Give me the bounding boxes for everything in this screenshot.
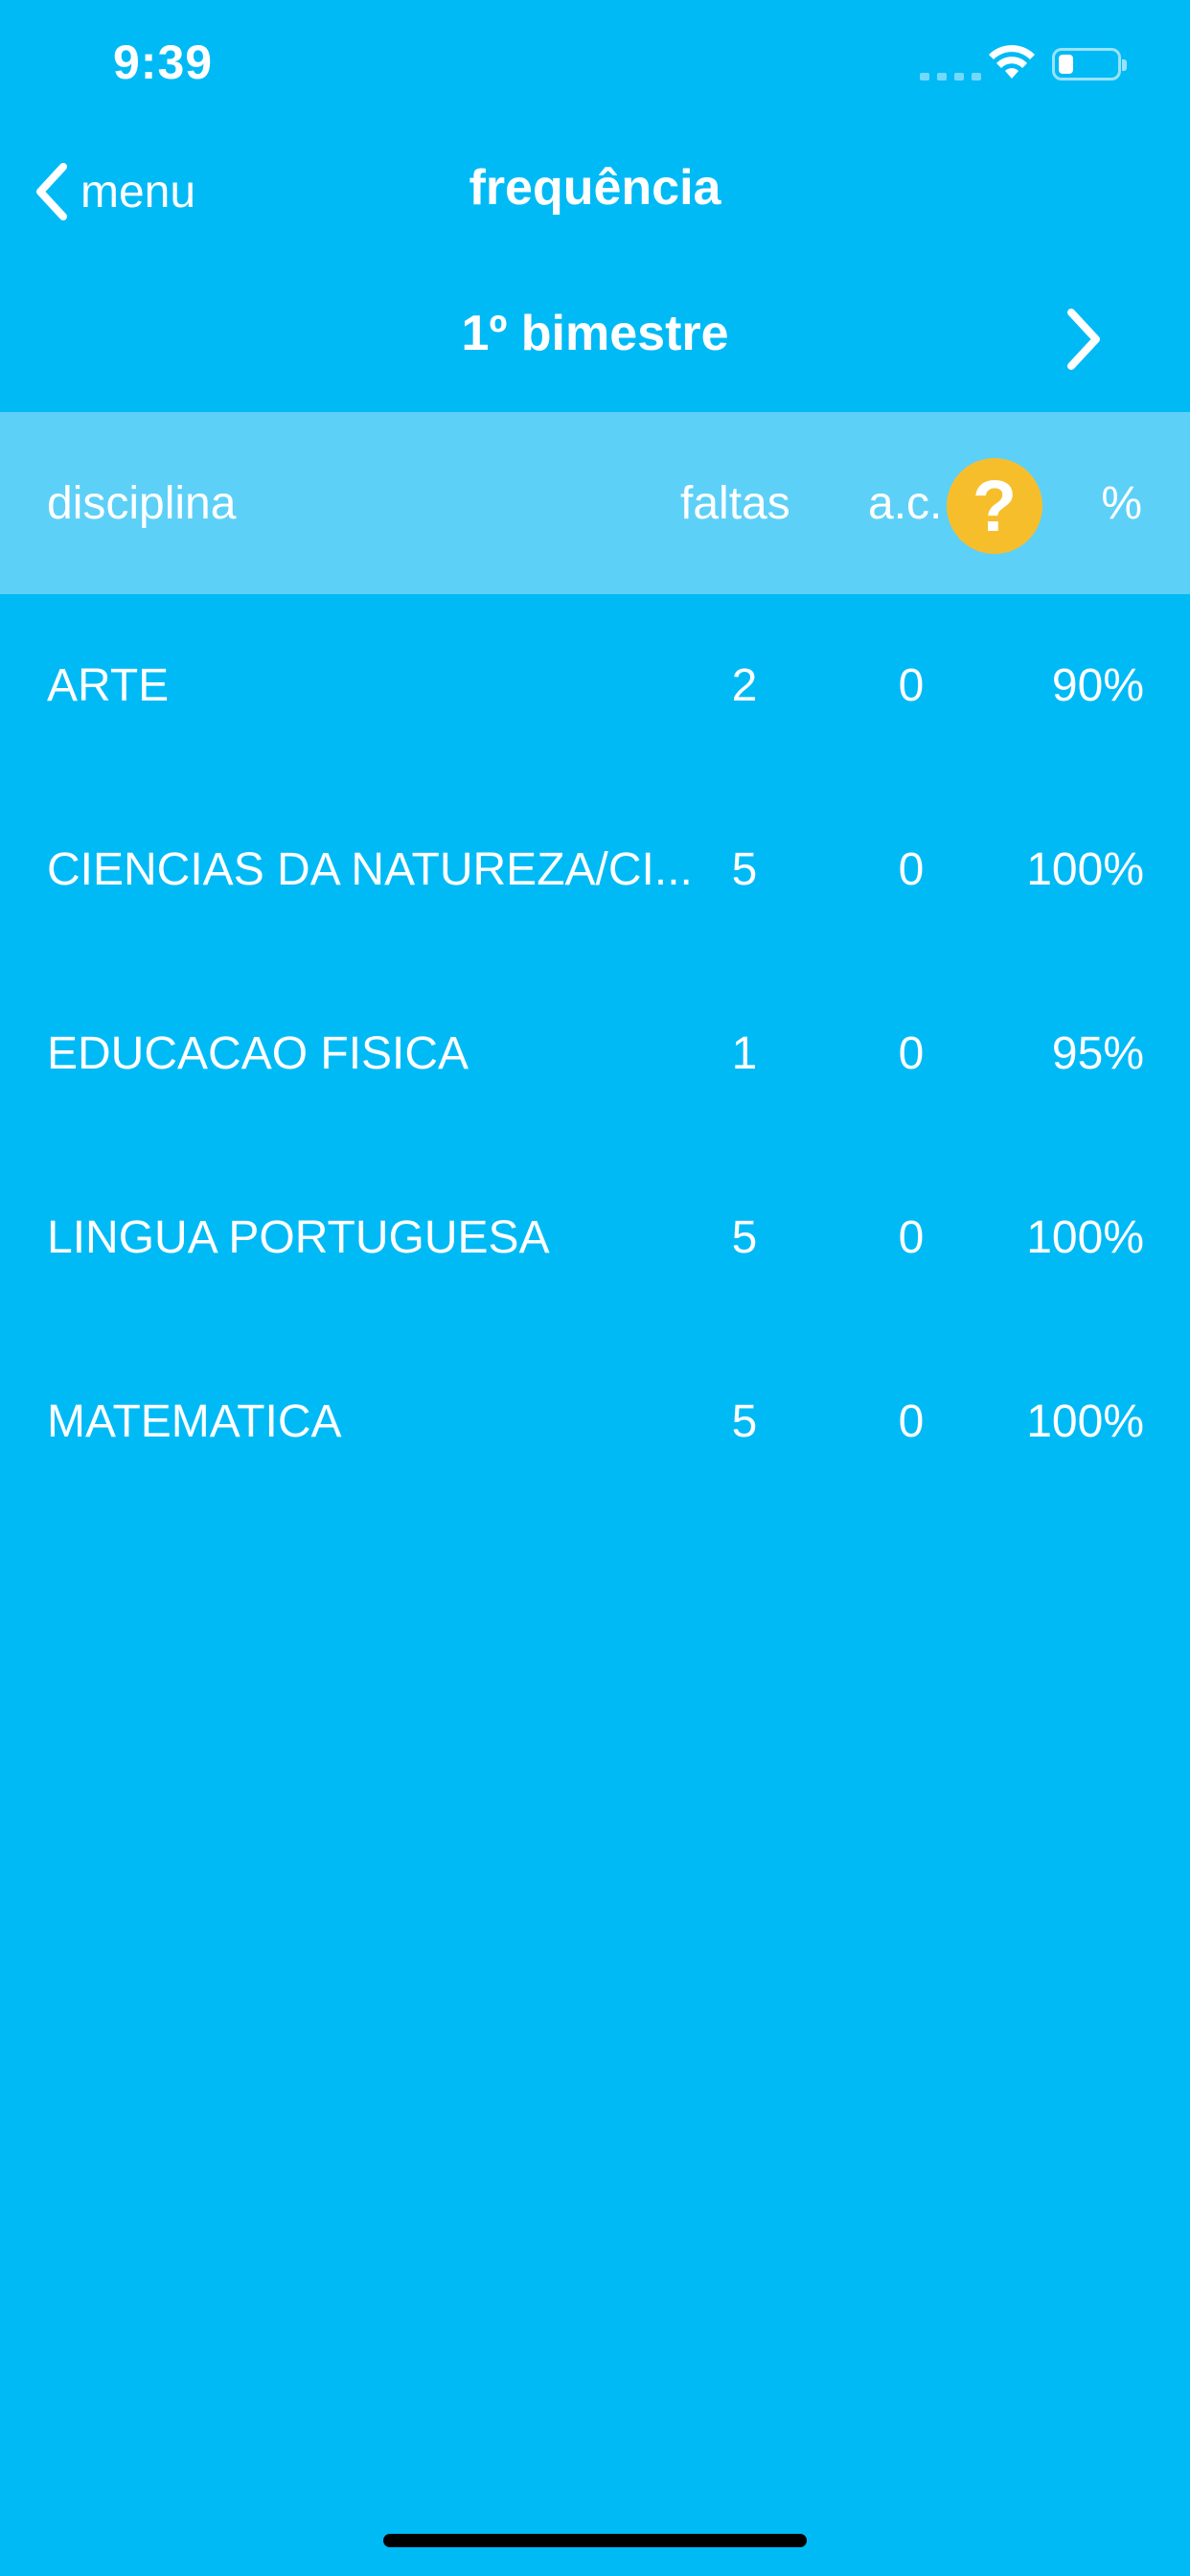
- wifi-icon: [989, 45, 1035, 79]
- help-icon-glyph: ?: [972, 466, 1018, 547]
- percent-value: 100%: [1026, 1212, 1144, 1263]
- percent-value: 100%: [1026, 844, 1144, 895]
- subject-name: CIENCIAS DA NATUREZA/CI...: [47, 844, 693, 895]
- absences-value: 2: [731, 660, 758, 711]
- page-title: frequência: [469, 160, 721, 216]
- table-row: MATEMATICA 5 0 100%: [0, 1330, 1190, 1514]
- absences-value: 5: [731, 1212, 758, 1263]
- navigation-bar: menu frequência: [0, 134, 1190, 249]
- subject-name: EDUCACAO FISICA: [47, 1028, 469, 1079]
- attendance-table: ARTE 2 0 90% CIENCIAS DA NATUREZA/CI... …: [0, 594, 1190, 1514]
- table-row: LINGUA PORTUGUESA 5 0 100%: [0, 1146, 1190, 1330]
- status-bar: 9:39: [0, 0, 1190, 134]
- absences-value: 1: [731, 1028, 758, 1079]
- column-header-disciplina: disciplina: [47, 478, 237, 529]
- column-header-ac: a.c.: [868, 478, 943, 529]
- home-indicator[interactable]: [383, 2534, 807, 2547]
- table-row: ARTE 2 0 90%: [0, 594, 1190, 778]
- table-row: CIENCIAS DA NATUREZA/CI... 5 0 100%: [0, 778, 1190, 962]
- ac-value: 0: [898, 660, 925, 711]
- column-header-percent: %: [1101, 478, 1142, 529]
- period-selector: 1º bimestre: [0, 278, 1190, 402]
- percent-value: 100%: [1026, 1396, 1144, 1447]
- table-row: EDUCACAO FISICA 1 0 95%: [0, 962, 1190, 1146]
- percent-value: 95%: [1051, 1028, 1144, 1079]
- period-title: 1º bimestre: [461, 306, 729, 361]
- percent-value: 90%: [1051, 660, 1144, 711]
- battery-icon: [1052, 48, 1127, 80]
- chevron-right-icon[interactable]: [1054, 303, 1111, 376]
- subject-name: MATEMATICA: [47, 1396, 342, 1447]
- column-header-faltas: faltas: [680, 478, 790, 529]
- status-time: 9:39: [113, 35, 214, 89]
- ac-value: 0: [898, 1396, 925, 1447]
- cellular-signal-icon: [920, 73, 981, 80]
- subject-name: ARTE: [47, 660, 170, 711]
- absences-value: 5: [731, 1396, 758, 1447]
- absences-value: 5: [731, 844, 758, 895]
- ac-value: 0: [898, 1212, 925, 1263]
- ac-value: 0: [898, 844, 925, 895]
- subject-name: LINGUA PORTUGUESA: [47, 1212, 550, 1263]
- table-header: disciplina faltas a.c. ? %: [0, 412, 1190, 594]
- ac-value: 0: [898, 1028, 925, 1079]
- question-icon[interactable]: ?: [947, 458, 1042, 554]
